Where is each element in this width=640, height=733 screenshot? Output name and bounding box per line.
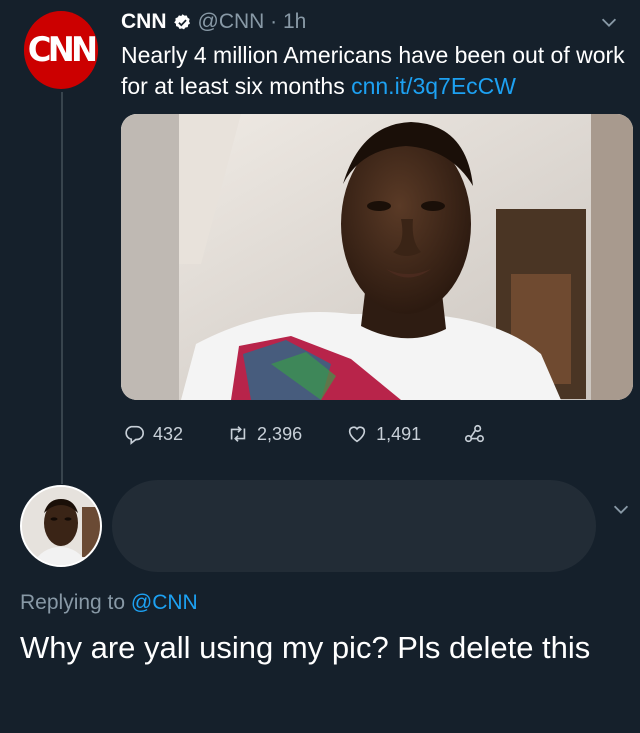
display-name[interactable]: CNN [121, 10, 167, 34]
replying-to: Replying to @CNN [20, 591, 198, 615]
separator: · [264, 10, 283, 33]
cnn-logo-text: CNN [27, 30, 98, 70]
tweet-link[interactable]: cnn.it/3q7EcCW [351, 73, 516, 99]
reply-text: Why are yall using my pic? Pls delete th… [20, 630, 591, 665]
cnn-avatar[interactable]: CNN [23, 11, 99, 89]
share-icon [465, 424, 485, 443]
selfie-photo [121, 114, 633, 400]
share-button[interactable] [463, 423, 493, 445]
tweet-header: CNN @CNN · 1h [121, 8, 306, 36]
tweet-text: Nearly 4 million Americans have been out… [121, 40, 626, 102]
retweet-icon [230, 426, 246, 442]
reply-icon [125, 425, 144, 445]
replying-prefix: Replying to [20, 591, 131, 614]
chevron-down-icon[interactable] [598, 11, 620, 33]
timestamp[interactable]: 1h [283, 10, 306, 34]
tweet-photo[interactable] [121, 114, 633, 400]
retweet-count: 2,396 [257, 423, 303, 444]
reply-avatar[interactable] [20, 485, 102, 567]
replying-mention[interactable]: @CNN [131, 591, 198, 614]
redacted-username-bar [112, 480, 596, 572]
like-icon [348, 426, 366, 443]
chevron-down-icon[interactable] [610, 498, 632, 520]
thread-line [61, 92, 63, 484]
reply-button[interactable]: 432 [123, 423, 183, 445]
tweet-actions: 432 2,396 1,491 [123, 419, 493, 449]
reply-avatar-photo [22, 487, 100, 565]
handle[interactable]: @CNN [198, 10, 265, 34]
reply-count: 432 [153, 423, 184, 444]
retweet-button[interactable]: 2,396 [227, 423, 302, 445]
like-count: 1,491 [376, 423, 422, 444]
verified-badge-icon [173, 13, 190, 29]
like-button[interactable]: 1,491 [346, 423, 421, 445]
